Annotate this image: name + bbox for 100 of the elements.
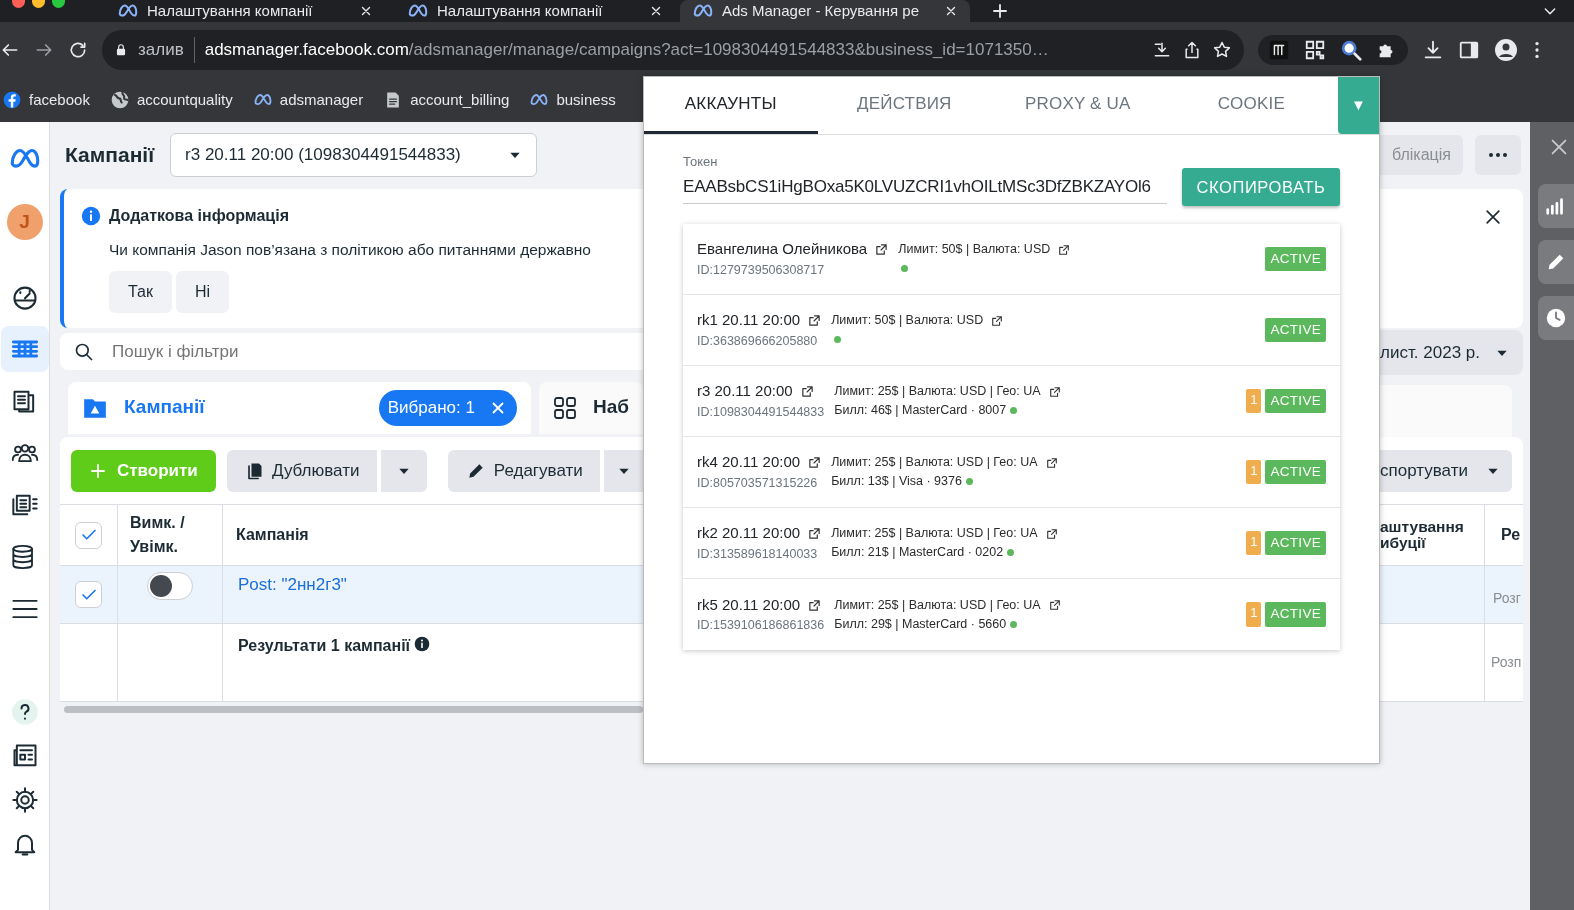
status-badge: ACTIVE [1265, 317, 1326, 343]
notice-text: Чи компанія Jason пов’язана з політикою або питаннями державно [108, 240, 592, 260]
star-icon[interactable] [1212, 40, 1232, 60]
alert-count-badge: 1 [1246, 602, 1262, 627]
external-link-icon[interactable] [808, 527, 822, 541]
status-badge: ACTIVE [1265, 459, 1326, 485]
checkbox[interactable] [75, 581, 102, 608]
limit-text: Лимит: 25$ | Валюта: USD | Гео: UA [834, 383, 1041, 400]
alert-count-badge: 1 [1246, 388, 1262, 414]
account-name: rk1 20.11 20:00 [697, 310, 801, 331]
address-bar[interactable]: залив adsmanager.facebook.com/adsmanager/manage/campaigns?act=1098304491544833&business_id=1071350… [102, 30, 1244, 70]
answer-button[interactable]: Так [109, 271, 172, 314]
table-cell-text: Розг [1493, 589, 1521, 608]
tool-button[interactable] [1538, 240, 1574, 284]
window-control-icon[interactable] [12, 0, 25, 8]
account-id: ID:313589618140033 [697, 545, 819, 563]
search-field[interactable]: Пошук і фільтри [110, 337, 530, 366]
grid-icon [552, 395, 577, 420]
account-dropdown[interactable]: r3 20.11 20:00 (1098304491544833) [170, 132, 538, 177]
account-name: rk5 20.11 20:00 [697, 594, 801, 615]
download-icon[interactable] [1152, 40, 1172, 60]
export-button[interactable]: спортувати [1380, 449, 1512, 492]
external-link-icon[interactable] [800, 385, 814, 399]
search-icon [74, 341, 94, 362]
bookmark[interactable]: account_billing [383, 88, 510, 112]
account-id: ID:363869666205880 [697, 332, 819, 350]
close-icon[interactable] [1483, 207, 1503, 227]
bookmark[interactable]: adsmanager [252, 88, 364, 112]
answer-button[interactable]: Ні [175, 271, 230, 314]
window-control-icon[interactable] [52, 0, 65, 8]
notice-title: Додаткова інформація [109, 206, 289, 226]
kebab-menu-icon[interactable] [1532, 39, 1542, 61]
external-link-icon[interactable] [991, 314, 1004, 327]
reload-icon[interactable] [68, 40, 88, 60]
browser-tab[interactable]: Ads Manager - Керування ре [680, 0, 970, 22]
url-text: adsmanager.facebook.com/adsmanager/manage/campaigns?act=1098304491544833&business_id=1071350… [204, 39, 1050, 62]
lock-icon [114, 42, 128, 58]
level-tab[interactable]: Наб [538, 381, 643, 434]
tool-button[interactable] [1538, 184, 1574, 228]
bookmark[interactable]: accountquality [109, 88, 233, 112]
duplicate-button[interactable]: Дублювати [226, 449, 377, 492]
bookmark[interactable]: business [529, 88, 616, 112]
limit-text: Лимит: 50$ | Валюта: USD [831, 312, 984, 329]
edit-button[interactable]: Редагувати [448, 449, 601, 492]
share-icon[interactable] [1182, 40, 1202, 60]
external-link-icon[interactable] [808, 598, 822, 612]
campaign-link[interactable]: Post: "2нн2г3" [238, 572, 347, 594]
account-name: rk2 20.11 20:00 [697, 523, 801, 544]
extension-icon[interactable] [1268, 39, 1290, 61]
bookmark[interactable]: facebook [2, 88, 90, 112]
external-link-icon[interactable] [1048, 599, 1061, 611]
tool-button[interactable] [1538, 296, 1574, 340]
status-dot [834, 336, 842, 343]
magnifier-icon[interactable] [1340, 39, 1362, 61]
limit-text: Лимит: 50$ | Валюта: USD [898, 241, 1051, 258]
billing-text: Билл: 21$ | MasterCard · 0202 [831, 544, 1004, 561]
billing-text: Билл: 29$ | MasterCard · 5660 [834, 615, 1007, 633]
search-bar[interactable]: Пошук і фільтри [60, 333, 643, 370]
alert-count-badge: 1 [1246, 459, 1262, 485]
browser-tab[interactable]: Налаштування компанії [395, 0, 675, 22]
browser-tab[interactable]: Налаштування компанії [105, 0, 385, 22]
external-link-icon[interactable] [1045, 456, 1058, 469]
help-icon[interactable] [10, 698, 39, 726]
profile-icon[interactable] [1494, 38, 1518, 62]
external-link-icon[interactable] [808, 314, 822, 328]
account-id: ID:1098304491544833 [697, 403, 825, 421]
external-link-icon[interactable] [1048, 385, 1061, 398]
window-control-icon[interactable] [32, 0, 45, 8]
date-range-dropdown[interactable]: лист. 2023 р. [1380, 330, 1523, 375]
limit-text: Лимит: 25$ | Валюта: USD | Гео: UA [834, 596, 1041, 614]
selection-chip[interactable]: Вибрано: 1 [378, 389, 517, 426]
qr-code-icon[interactable] [1304, 39, 1326, 61]
close-icon[interactable] [359, 4, 373, 18]
external-link-icon[interactable] [875, 243, 889, 257]
status-dot [1007, 549, 1015, 556]
more-icon [1489, 152, 1507, 157]
external-link-icon[interactable] [1058, 243, 1071, 256]
close-icon[interactable] [944, 4, 958, 18]
level-tab[interactable]: Кампанії Вибрано: 1 [68, 381, 531, 434]
external-link-icon[interactable] [1045, 527, 1058, 540]
settings-icon[interactable] [10, 786, 39, 814]
popup-tab[interactable]: АККАУНТЫ [644, 77, 818, 134]
account-id: ID:805703571315226 [697, 474, 819, 492]
external-link-icon[interactable] [808, 456, 822, 470]
status-badge: ACTIVE [1265, 530, 1326, 556]
billing-text: Билл: 46$ | MasterCard · 8007 [834, 402, 1007, 419]
site-chip: залив [138, 37, 195, 63]
scrollbar[interactable] [64, 706, 643, 713]
close-icon[interactable] [649, 4, 663, 18]
side-panel-icon[interactable] [1458, 39, 1480, 61]
toggle-switch[interactable] [147, 572, 193, 600]
checkbox[interactable] [75, 521, 102, 549]
facebook-icon [2, 90, 22, 110]
plus-icon[interactable] [991, 2, 1009, 20]
download-icon[interactable] [1422, 39, 1444, 61]
account-name: Евангелина Олейникова [697, 239, 868, 260]
table-row[interactable]: Post: "2нн2г3" [60, 566, 643, 624]
column-header: Кампанія [236, 525, 309, 545]
globe-icon [109, 90, 130, 110]
clock-icon [1545, 307, 1567, 329]
